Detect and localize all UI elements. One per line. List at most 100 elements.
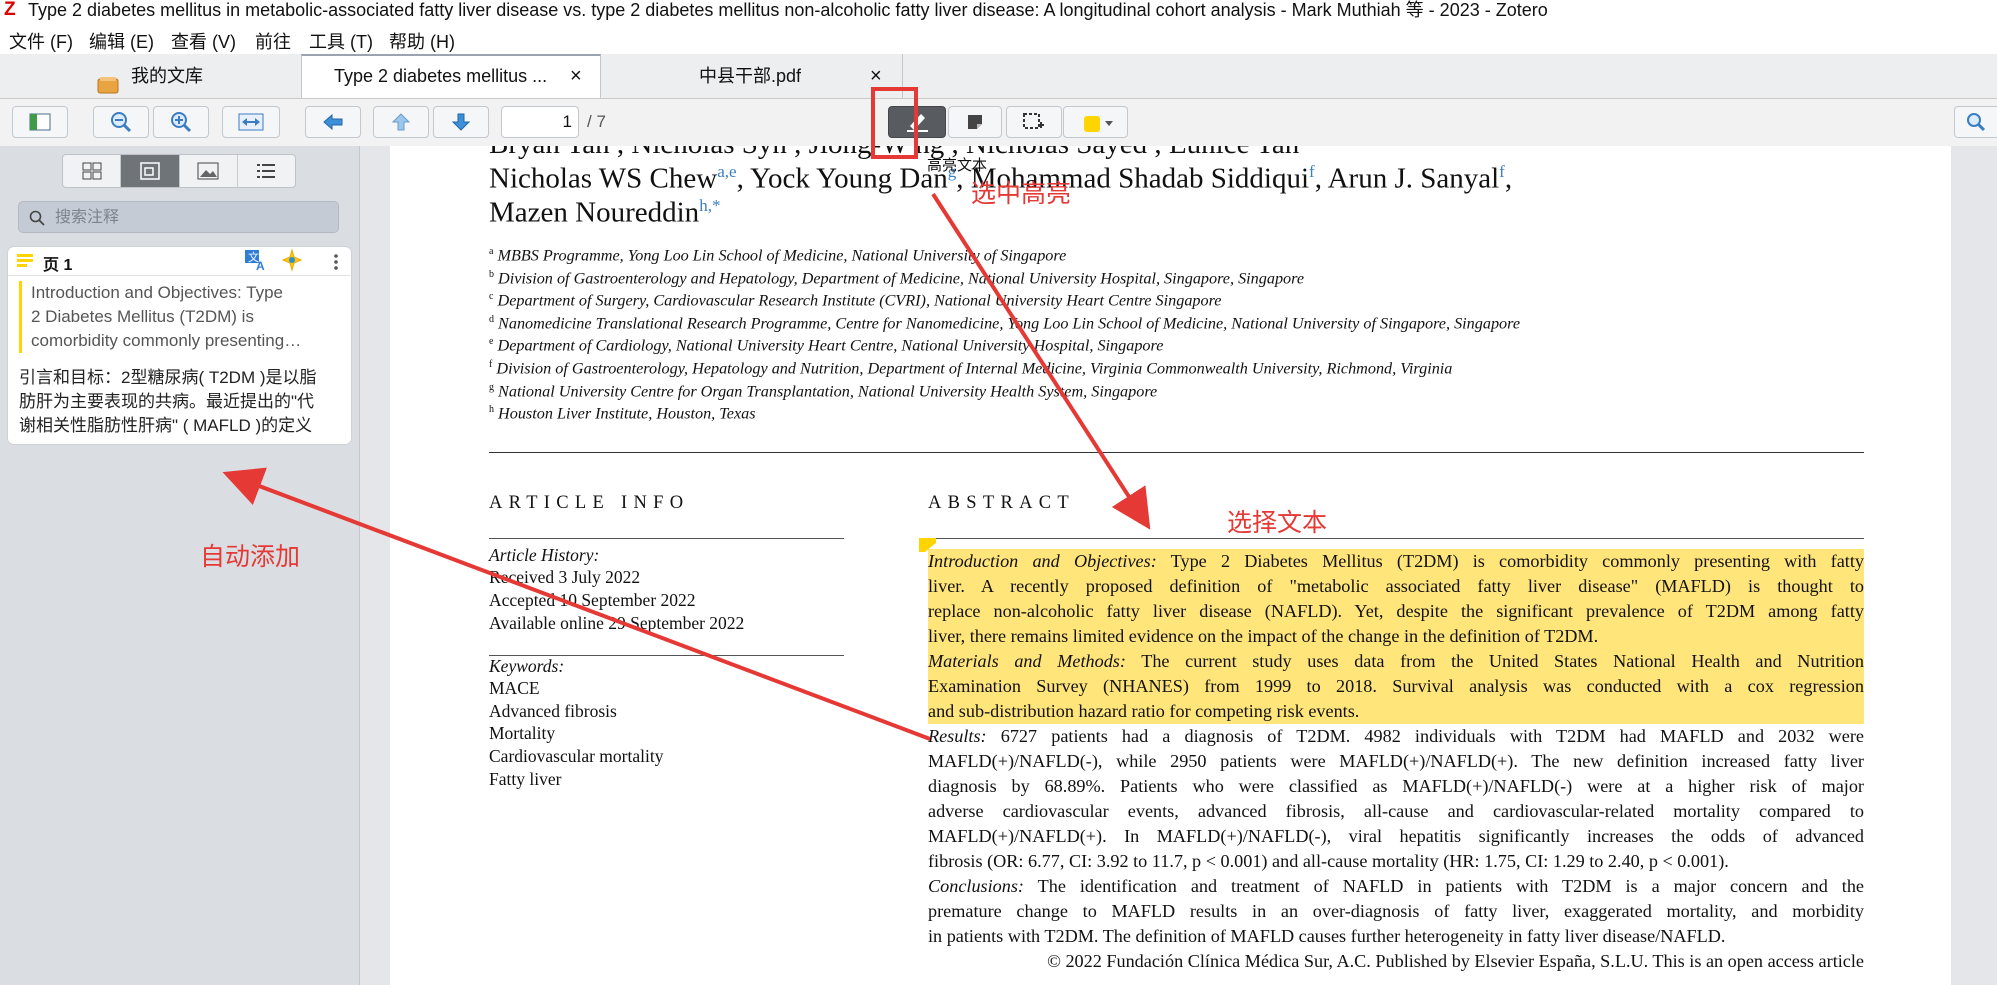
annotation-search-input[interactable]: [53, 206, 327, 230]
search-icon: [29, 210, 45, 226]
annotation-card[interactable]: 页 1 文A Introduction and Objectives: Type…: [8, 247, 351, 444]
abstract-line[interactable]: Conclusions: The identification and trea…: [928, 874, 1864, 899]
search-icon: [1967, 113, 1986, 132]
list-icon: [257, 164, 276, 178]
abstract-text: MAFLD(+)/NAFLD(-), while 2950 patients w…: [928, 751, 1864, 771]
annotation-search-box: [18, 201, 339, 233]
window-title: Type 2 diabetes mellitus in metabolic-as…: [28, 0, 1548, 20]
more-options-icon[interactable]: [333, 253, 339, 271]
affiliation-text: MBBS Programme, Yong Loo Lin School of M…: [497, 246, 1067, 265]
abstract-text: 6727 patients had a diagnosis of T2DM. 4…: [986, 726, 1864, 746]
history-label: Article History:: [489, 545, 600, 565]
abstract-line[interactable]: replace non-alcoholic fatty liver diseas…: [928, 599, 1864, 624]
note-icon: [968, 115, 982, 129]
back-button[interactable]: [305, 106, 361, 138]
affiliation-sup: e: [489, 336, 494, 348]
abstract-line[interactable]: liver, there remains limited evidence on…: [928, 624, 1864, 649]
annotation-comment[interactable]: 引言和目标：2型糖尿病( T2DM )是以脂 肪肝为主要表现的共病。最近提出的"…: [19, 366, 344, 438]
tab-my-library[interactable]: 我的文库: [0, 54, 300, 98]
next-page-button[interactable]: [433, 106, 489, 138]
affiliation-text: Division of Gastroenterology, Hepatology…: [496, 359, 1453, 378]
abstract-line[interactable]: Results: 6727 patients had a diagnosis o…: [928, 724, 1864, 749]
area-tool-button[interactable]: [1006, 106, 1062, 138]
abstract-line[interactable]: adverse cardiovascular events, advanced …: [928, 799, 1864, 824]
menu-tools[interactable]: 工具 (T): [309, 28, 373, 54]
abstract-line[interactable]: Examination Survey (NHANES) from 1999 to…: [928, 674, 1864, 699]
chevron-down-icon: [1105, 121, 1113, 126]
affiliation-text: Nanomedicine Translational Research Prog…: [498, 314, 1521, 333]
abstract-text: and sub-distribution hazard ratio for co…: [928, 701, 1360, 721]
tab-current-pdf[interactable]: Type 2 diabetes mellitus ... ×: [301, 54, 601, 98]
keyword: Mortality: [489, 723, 556, 743]
author-sup: h,*: [699, 196, 721, 215]
affiliation-text: Division of Gastroenterology and Hepatol…: [498, 268, 1305, 287]
affiliation-sup: f: [489, 359, 493, 370]
fit-width-icon: [238, 113, 264, 131]
annotations-view-button[interactable]: [121, 155, 180, 187]
menu-go[interactable]: 前往: [255, 28, 291, 54]
outline-view-button[interactable]: [238, 155, 295, 187]
author-name: Nicholas WS Chew: [489, 162, 718, 195]
annotation-page-label: 页 1: [43, 257, 73, 274]
divider: [489, 538, 844, 539]
affiliation-sup: h: [489, 404, 494, 416]
thumbnails-view-button[interactable]: [63, 155, 122, 187]
zoom-in-icon: [171, 112, 192, 133]
zoom-in-button[interactable]: [153, 106, 209, 138]
annotation-highlight-text: Introduction and Objectives: Type 2 Diab…: [19, 281, 341, 353]
highlight-type-icon: [17, 254, 33, 267]
abstract-text: adverse cardiovascular events, advanced …: [928, 801, 1864, 821]
pdf-page[interactable]: Bryan Tan , Nicholas Syn , Jiong-W ng , …: [390, 146, 1951, 985]
history-item: Accepted 10 September 2022: [489, 590, 696, 610]
arrow-up-icon: [391, 113, 411, 131]
fit-width-button[interactable]: [222, 106, 280, 138]
keyword: MACE: [489, 678, 540, 698]
callout-select-text: 选择文本: [1227, 509, 1328, 537]
abstract-line[interactable]: fibrosis (OR: 6.77, CI: 3.92 to 11.7, p …: [928, 849, 1864, 874]
annotation-icon: [140, 162, 160, 180]
images-view-button[interactable]: [180, 155, 238, 187]
menu-edit[interactable]: 编辑 (E): [89, 28, 154, 54]
abstract-line[interactable]: MAFLD(+)/NAFLD(-), while 2950 patients w…: [928, 749, 1864, 774]
abstract-line[interactable]: © 2022 Fundación Clínica Médica Sur, A.C…: [928, 949, 1864, 974]
previous-page-button[interactable]: [373, 106, 429, 138]
menu-view[interactable]: 查看 (V): [171, 28, 236, 54]
tab-second-pdf[interactable]: 中县干部.pdf ×: [602, 54, 903, 98]
toggle-sidebar-button[interactable]: [12, 106, 68, 138]
zotero-logo-icon: Z: [4, 0, 16, 20]
menu-help[interactable]: 帮助 (H): [389, 28, 455, 54]
affiliation-line: b Division of Gastroenterology and Hepat…: [489, 269, 1304, 288]
abstract-text: fibrosis (OR: 6.77, CI: 3.92 to 11.7, p …: [928, 851, 1729, 871]
abstract-line[interactable]: MAFLD(+)/NAFLD(+). In MAFLD(+)/NAFLD(-),…: [928, 824, 1864, 849]
callout-select-highlight: 选中高亮: [971, 180, 1072, 208]
translate-icon[interactable]: 文A: [244, 249, 268, 271]
abstract-line[interactable]: Materials and Methods: The current study…: [928, 649, 1864, 674]
abstract-line[interactable]: premature change to MAFLD results in an …: [928, 899, 1864, 924]
menu-file[interactable]: 文件 (F): [9, 28, 73, 54]
abstract-line[interactable]: in patients with T2DM. The definition of…: [928, 924, 1864, 949]
thumbnails-icon: [82, 162, 102, 180]
select-area-icon: [1023, 113, 1044, 129]
affiliation-sup: g: [489, 381, 494, 393]
abstract-line[interactable]: Introduction and Objectives: Type 2 Diab…: [928, 549, 1864, 574]
quote-line: 2 Diabetes Mellitus (T2DM) is: [31, 307, 254, 326]
abstract-line[interactable]: liver. A recently proposed definition of…: [928, 574, 1864, 599]
abstract-line[interactable]: and sub-distribution hazard ratio for co…: [928, 699, 1864, 724]
affiliation-text: Department of Cardiology, National Unive…: [497, 336, 1164, 355]
author-name: ,: [1504, 162, 1513, 195]
title-bar: Z Type 2 diabetes mellitus in metabolic-…: [0, 0, 1997, 22]
color-picker-button[interactable]: [1063, 106, 1128, 138]
page-number-input[interactable]: 1: [501, 106, 579, 138]
abstract-line[interactable]: diagnosis by 68.89%. Patients who were c…: [928, 774, 1864, 799]
comment-line: 肪肝为主要表现的共病。最近提出的"代: [19, 392, 315, 411]
ai-sparkle-icon[interactable]: [280, 248, 304, 272]
close-icon[interactable]: ×: [570, 54, 582, 98]
search-button[interactable]: [1954, 106, 1997, 138]
abstract-text: premature change to MAFLD results in an …: [928, 901, 1864, 921]
note-tool-button[interactable]: [948, 106, 1002, 138]
abstract-text: © 2022 Fundación Clínica Médica Sur, A.C…: [1047, 951, 1864, 971]
image-icon: [197, 162, 219, 180]
author-name: , Yock Young Dan: [736, 162, 948, 195]
affiliation-line: e Department of Cardiology, National Uni…: [489, 336, 1163, 355]
zoom-out-button[interactable]: [93, 106, 149, 138]
